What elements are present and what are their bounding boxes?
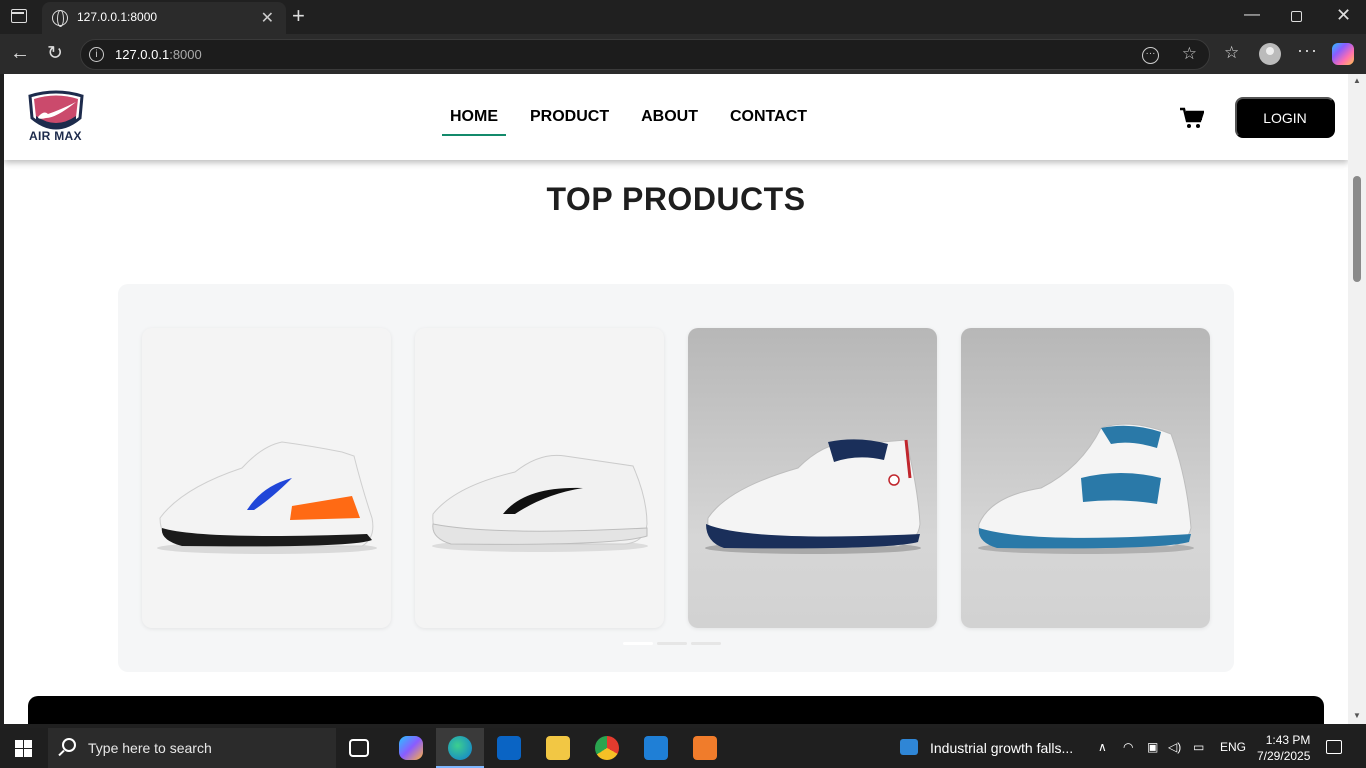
- browser-tab-bar: 127.0.0.1:8000 ✕ + — ✕: [0, 0, 1366, 34]
- more-menu-icon[interactable]: ···: [1297, 40, 1318, 61]
- tab-title: 127.0.0.1:8000: [77, 10, 158, 24]
- meet-now-icon[interactable]: ▣: [1147, 740, 1158, 754]
- dark-section-band: [28, 696, 1324, 724]
- product-carousel: [118, 284, 1234, 672]
- cart-icon[interactable]: [1180, 107, 1204, 129]
- globe-icon: [52, 10, 68, 27]
- tab-actions-icon[interactable]: [11, 9, 27, 23]
- white-running-shoe-black-swoosh-icon: [432, 454, 648, 552]
- taskbar-search[interactable]: Type here to search: [48, 728, 336, 768]
- nav-product[interactable]: PRODUCT: [522, 108, 617, 126]
- carousel-indicators: [623, 642, 721, 645]
- white-blue-high-top-jordan-shoe-icon: [978, 423, 1194, 554]
- logo-text: AIR MAX: [29, 129, 82, 143]
- outlook-icon[interactable]: [497, 736, 521, 760]
- url-text[interactable]: 127.0.0.1:8000: [115, 47, 202, 62]
- url-port: :8000: [169, 47, 202, 62]
- site-navbar: AIR MAX HOME PRODUCT ABOUT CONTACT LOGIN: [4, 74, 1348, 160]
- login-button[interactable]: LOGIN: [1235, 97, 1335, 138]
- vscode-icon[interactable]: [644, 736, 668, 760]
- system-clock[interactable]: 1:43 PM 7/29/2025: [1257, 732, 1310, 764]
- news-headline[interactable]: Industrial growth falls...: [930, 740, 1073, 756]
- address-bar[interactable]: i 127.0.0.1:8000 ··· ☆: [80, 39, 1210, 70]
- search-icon: [62, 738, 76, 752]
- page-options-icon[interactable]: ···: [1142, 47, 1159, 64]
- white-navy-basketball-shoe-icon: [705, 439, 921, 554]
- notifications-icon[interactable]: [1326, 740, 1342, 754]
- clock-time: 1:43 PM: [1265, 733, 1311, 747]
- close-tab-icon[interactable]: ✕: [261, 8, 274, 28]
- close-window-icon[interactable]: ✕: [1336, 5, 1351, 26]
- language-indicator[interactable]: ENG: [1220, 740, 1246, 754]
- xampp-icon[interactable]: [693, 736, 717, 760]
- address-toolbar: ← ↻ i 127.0.0.1:8000 ··· ☆ ☆ ···: [0, 34, 1366, 74]
- edge-icon[interactable]: [448, 736, 472, 760]
- scroll-down-arrow-icon[interactable]: ▼: [1353, 711, 1361, 720]
- new-tab-icon[interactable]: +: [292, 3, 305, 29]
- scroll-thumb[interactable]: [1353, 176, 1361, 282]
- nav-contact[interactable]: CONTACT: [722, 108, 815, 126]
- battery-icon[interactable]: ▭: [1193, 740, 1204, 754]
- product-card[interactable]: [142, 328, 391, 628]
- page-viewport: AIR MAX HOME PRODUCT ABOUT CONTACT LOGIN…: [4, 74, 1348, 724]
- task-view-icon[interactable]: [349, 739, 369, 757]
- site-info-icon[interactable]: i: [89, 47, 104, 62]
- copilot-icon[interactable]: [1332, 43, 1354, 65]
- back-arrow-icon[interactable]: ←: [10, 42, 30, 65]
- carousel-dot[interactable]: [623, 642, 653, 645]
- carousel-dot[interactable]: [691, 642, 721, 645]
- page-scrollbar[interactable]: ▲ ▼: [1348, 74, 1366, 724]
- windows-taskbar: Type here to search Industrial growth fa…: [0, 728, 1366, 768]
- section-title: TOP PRODUCTS: [546, 181, 806, 217]
- nav-home[interactable]: HOME: [442, 108, 506, 136]
- volume-icon[interactable]: ◁): [1168, 740, 1181, 754]
- carousel-dot[interactable]: [657, 642, 687, 645]
- wifi-icon[interactable]: ◠: [1123, 740, 1133, 754]
- favorite-star-icon[interactable]: ☆: [1182, 44, 1197, 64]
- favorites-icon[interactable]: ☆: [1224, 43, 1239, 63]
- search-highlight-tiger-icon: [262, 730, 332, 766]
- reload-icon[interactable]: ↻: [47, 42, 63, 65]
- chrome-icon[interactable]: [595, 736, 619, 760]
- url-host: 127.0.0.1: [115, 47, 170, 62]
- clock-date: 7/29/2025: [1257, 749, 1311, 763]
- profile-avatar-icon[interactable]: [1259, 43, 1281, 65]
- nav-about[interactable]: ABOUT: [633, 108, 706, 126]
- minimize-icon[interactable]: —: [1244, 6, 1260, 24]
- product-card[interactable]: [961, 328, 1210, 628]
- copilot-app-icon[interactable]: [399, 736, 423, 760]
- news-widget-icon[interactable]: [900, 739, 918, 755]
- file-explorer-icon[interactable]: [546, 736, 570, 760]
- browser-tab[interactable]: 127.0.0.1:8000 ✕: [42, 2, 286, 34]
- product-card[interactable]: [688, 328, 937, 628]
- product-card[interactable]: [415, 328, 664, 628]
- show-hidden-icons-icon[interactable]: ∧: [1098, 740, 1107, 754]
- main-nav: HOME PRODUCT ABOUT CONTACT: [442, 108, 831, 136]
- windows-start-icon[interactable]: [15, 740, 32, 757]
- scroll-up-arrow-icon[interactable]: ▲: [1353, 76, 1361, 85]
- search-placeholder: Type here to search: [88, 740, 212, 756]
- maximize-icon[interactable]: [1291, 11, 1302, 22]
- white-running-shoe-blue-swoosh-orange-heel-icon: [157, 441, 377, 554]
